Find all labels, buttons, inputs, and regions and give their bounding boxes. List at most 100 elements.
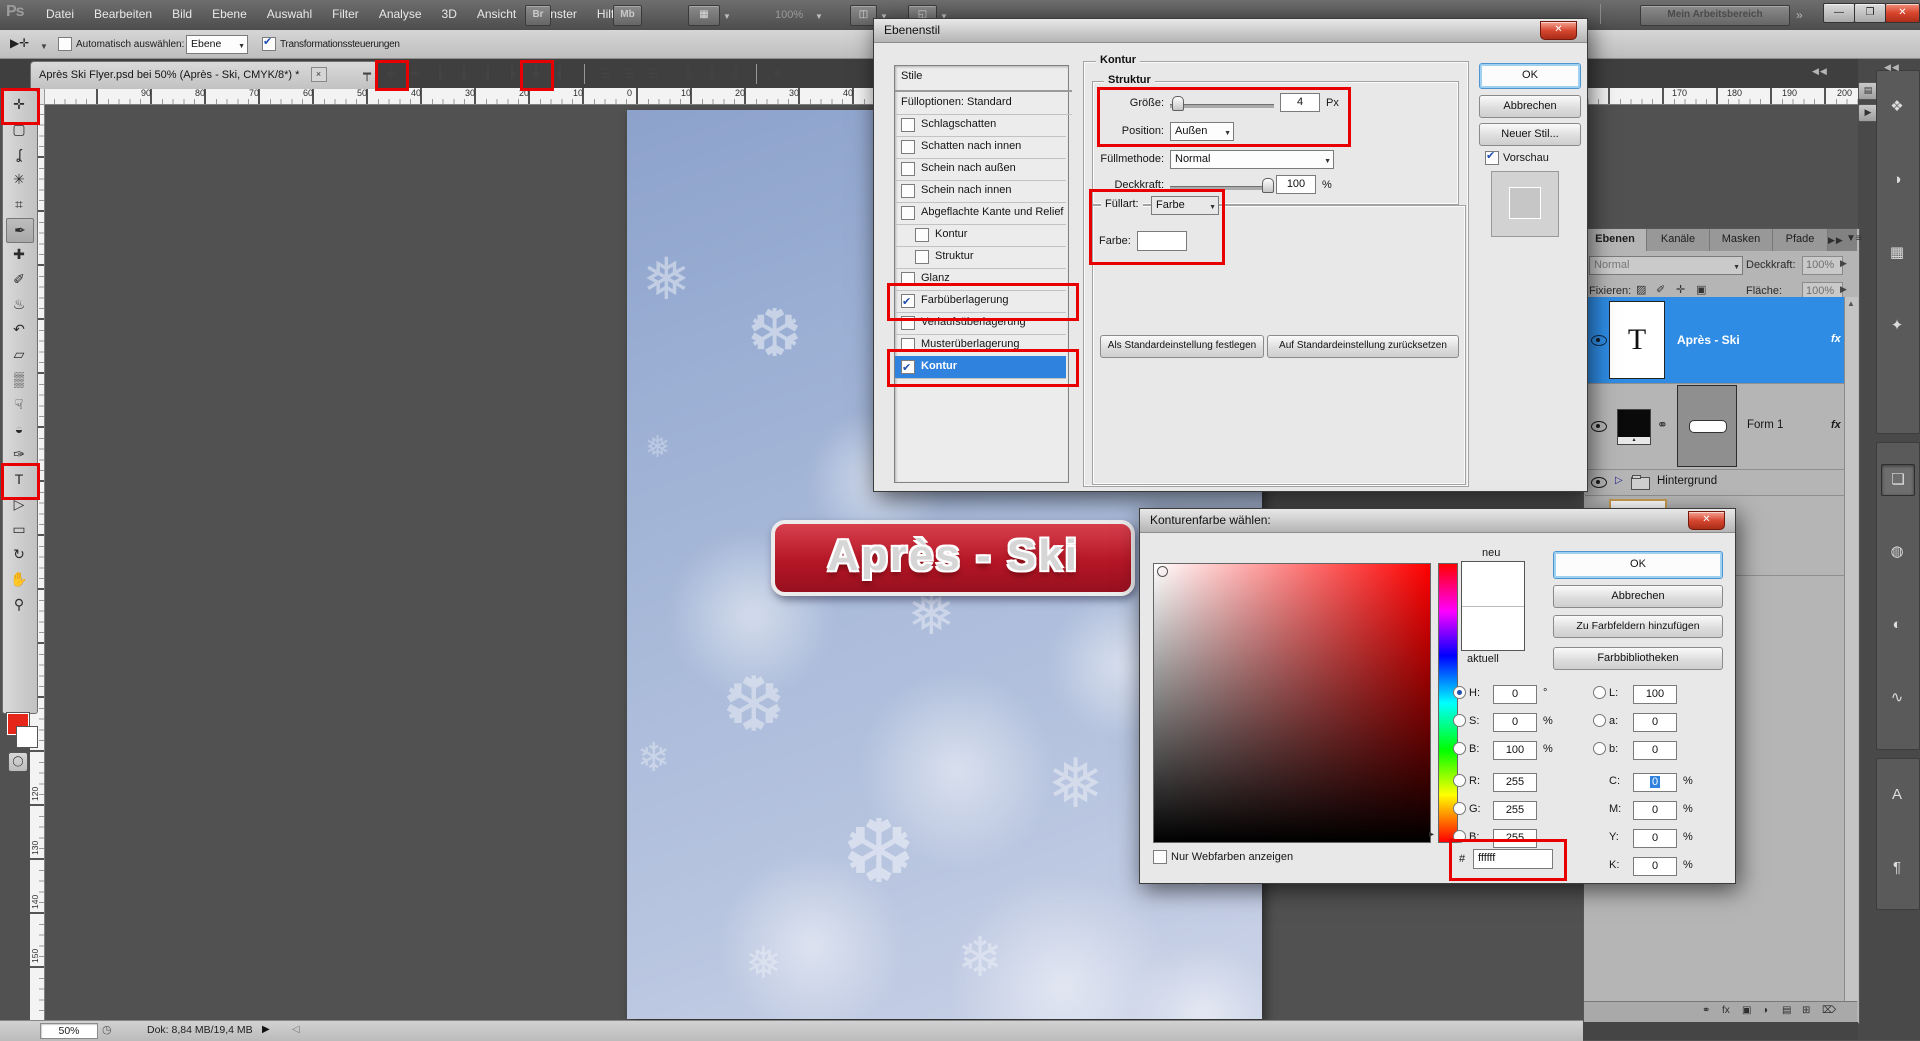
opacity-value[interactable]: 100% (1802, 256, 1843, 275)
tab-pfade[interactable]: Pfade (1773, 229, 1828, 251)
style-item-schatten-nach-innen[interactable]: Schatten nach innen (895, 136, 1066, 159)
hand-tool[interactable]: ✋ (6, 568, 32, 591)
menu-3d[interactable]: 3D (432, 0, 467, 21)
blend-mode-dropdown[interactable]: Normal (1170, 150, 1334, 169)
scroll-up-icon[interactable]: ▲ (1847, 299, 1855, 308)
panel-action-icon-0[interactable]: ⚭ (1702, 1005, 1710, 1016)
hue-slider[interactable] (1438, 563, 1458, 843)
menu-bild[interactable]: Bild (162, 0, 202, 21)
layer-name[interactable]: Après - Ski (1677, 333, 1740, 347)
value-field-m[interactable]: 0 (1633, 801, 1677, 820)
ok-button[interactable]: OK (1553, 551, 1723, 579)
lock-icon-1[interactable]: ✐ (1656, 283, 1665, 296)
text-layer-thumbnail[interactable]: T (1609, 301, 1665, 379)
crop-tool[interactable]: ⌗ (6, 193, 32, 216)
tab-overflow-chevrons[interactable]: ◀◀ (1812, 66, 1828, 77)
close-icon[interactable]: ✕ (1688, 511, 1725, 530)
layer-row-form1[interactable]: ▴ ⚭ Form 1 fx ▾ (1585, 383, 1857, 470)
background-color-swatch[interactable] (16, 726, 38, 748)
healing-brush-tool[interactable]: ✚ (6, 243, 32, 266)
web-colors-checkbox[interactable] (1153, 849, 1167, 867)
zoom-level-dropdown[interactable]: 100% (775, 9, 803, 21)
gradient-tool[interactable]: ▒ (6, 368, 32, 391)
shape-tool[interactable]: ▭ (6, 518, 32, 541)
opacity-field[interactable]: 100 (1276, 175, 1316, 194)
menu-analyse[interactable]: Analyse (369, 0, 432, 21)
3d-rotate-tool[interactable]: ↻ (6, 543, 32, 566)
cancel-button[interactable]: Abbrechen (1479, 95, 1581, 118)
panel-action-icon-6[interactable]: ⌦ (1822, 1005, 1836, 1016)
distribute-left-icon[interactable]: ☱ (594, 63, 618, 85)
radio-r[interactable] (1453, 774, 1466, 787)
radio-a[interactable] (1593, 714, 1606, 727)
lock-icon-2[interactable]: ✛ (1676, 283, 1685, 296)
paths-panel-icon[interactable]: ∿ (1881, 683, 1913, 713)
align-horizontal-centers-icon[interactable]: ╂ (452, 63, 476, 85)
masks-panel-icon[interactable]: ◐ (1881, 610, 1913, 640)
swatches-panel-icon[interactable]: ▦ (1881, 238, 1913, 268)
color-libraries-button[interactable]: Farbbibliotheken (1553, 647, 1723, 670)
cancel-button[interactable]: Abbrechen (1553, 585, 1723, 608)
panel-action-icon-2[interactable]: ▣ (1742, 1005, 1751, 1016)
value-field-b[interactable]: 100 (1493, 741, 1537, 760)
layer-row-apres-ski[interactable]: T Après - Ski fx ▾ (1585, 297, 1857, 384)
align-left-edges-icon[interactable]: ┠ (428, 63, 452, 85)
eyedropper-tool[interactable]: ✒ (6, 218, 34, 243)
color-field-marker[interactable] (1157, 566, 1168, 577)
panel-menu-icon[interactable]: ▼≡ (1846, 233, 1862, 244)
tab-close-icon[interactable]: × (311, 67, 327, 82)
opacity-slider-thumb[interactable] (1262, 178, 1274, 193)
mini-panel-play-icon[interactable]: ▶ (1858, 104, 1878, 122)
value-field-c[interactable]: 0 (1633, 773, 1677, 792)
layer-name[interactable]: Hintergrund (1657, 475, 1717, 487)
set-default-button[interactable]: Als Standardeinstellung festlegen (1100, 335, 1264, 358)
panel-collapse-icon[interactable]: ▶▶ (1828, 235, 1844, 246)
checkbox-icon[interactable] (901, 206, 915, 220)
tab-masken[interactable]: Masken (1710, 229, 1773, 251)
layers-panel-icon[interactable]: ❏ (1881, 464, 1915, 496)
dodge-tool[interactable]: ◒ (6, 418, 32, 441)
close-icon[interactable]: ✕ (1540, 21, 1577, 40)
group-expand-icon[interactable]: ▷ (1615, 475, 1623, 486)
apres-ski-banner[interactable]: Après - Ski (771, 520, 1135, 596)
auto-select-type-dropdown[interactable]: Ebene (186, 35, 248, 54)
radio-s[interactable] (1453, 714, 1466, 727)
styles-list-header[interactable]: Stile (895, 66, 1072, 92)
layer-fx-badge[interactable]: fx (1831, 333, 1841, 345)
menu-ansicht[interactable]: Ansicht (467, 0, 526, 21)
magic-wand-tool[interactable]: ✳ (6, 168, 32, 191)
adjustments-panel-icon[interactable]: ◑ (1881, 165, 1913, 195)
workspace-overflow-chevrons[interactable]: » (1796, 8, 1804, 22)
menu-datei[interactable]: Datei (36, 0, 84, 21)
value-field-k[interactable]: 0 (1633, 857, 1677, 876)
paragraph-panel-icon[interactable]: ¶ (1881, 853, 1913, 883)
character-panel-icon[interactable]: A (1881, 780, 1913, 810)
history-brush-tool[interactable]: ↶ (6, 318, 32, 341)
layer-fx-badge[interactable]: fx (1831, 419, 1841, 431)
layer-row-hintergrund[interactable]: ▷ Hintergrund (1585, 469, 1857, 496)
auto-align-layers-icon[interactable]: ⚭ (766, 63, 790, 85)
visibility-eye-icon[interactable] (1591, 335, 1607, 346)
dialog-title-bar[interactable]: Konturenfarbe wählen: (1140, 509, 1735, 533)
panel-action-icon-3[interactable]: ◑ (1762, 1005, 1768, 1016)
radio-h[interactable] (1453, 686, 1466, 699)
style-item-abgeflachte-kante-und-relief[interactable]: Abgeflachte Kante und Relief (895, 202, 1066, 225)
opacity-spinner-icon[interactable]: ▶ (1840, 258, 1847, 269)
checkbox-icon[interactable] (901, 118, 915, 132)
color-field[interactable] (1153, 563, 1431, 843)
distribute-horizontal-centers-icon[interactable]: ☰ (618, 63, 642, 85)
blending-options-item[interactable]: Fülloptionen: Standard (895, 92, 1072, 115)
menu-auswahl[interactable]: Auswahl (257, 0, 322, 21)
menu-ebene[interactable]: Ebene (202, 0, 257, 21)
color-panel-icon[interactable]: ❖ (1881, 92, 1913, 122)
mini-panel-icon[interactable]: ▤ (1858, 82, 1878, 100)
style-item-kontur[interactable]: Kontur (895, 224, 1066, 247)
close-button[interactable]: ✕ (1885, 3, 1920, 23)
document-tab[interactable]: Après Ski Flyer.psd bei 50% (Après - Ski… (30, 61, 378, 89)
vector-mask-thumbnail[interactable] (1677, 385, 1737, 467)
style-item-schlagschatten[interactable]: Schlagschatten (895, 114, 1066, 137)
value-field-g[interactable]: 255 (1493, 801, 1537, 820)
value-field-h[interactable]: 0 (1493, 685, 1537, 704)
lasso-tool[interactable]: ʆ (6, 143, 32, 166)
radio-b[interactable] (1453, 742, 1466, 755)
